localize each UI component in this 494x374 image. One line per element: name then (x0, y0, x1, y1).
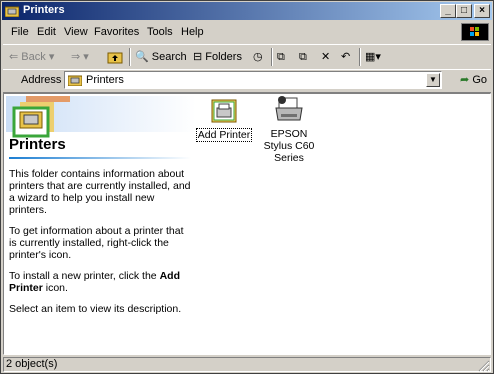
add-printer-icon (211, 99, 237, 123)
printer-folder-icon (5, 6, 19, 17)
dropdown-icon: ▾ (48, 51, 55, 63)
back-label: Back (21, 51, 46, 63)
add-printer-item[interactable]: Add Printer (194, 94, 254, 142)
address-dropdown-button[interactable]: ▼ (426, 73, 440, 87)
back-arrow-icon: ⇐ (9, 51, 19, 63)
search-label: Search (151, 51, 187, 63)
address-field[interactable]: Printers ▼ (64, 71, 442, 89)
description-paragraph: Select an item to view its description. (9, 303, 182, 315)
description-paragraph: This folder contains information about p… (9, 168, 191, 216)
folders-icon: ⊟ (193, 51, 203, 63)
go-button[interactable]: ➦ Go (460, 73, 487, 86)
minimize-button[interactable]: _ (440, 4, 456, 18)
folders-button[interactable]: ⊟ Folders (193, 49, 242, 65)
menu-file[interactable]: File (11, 26, 29, 38)
epson-printer-item[interactable]: EPSON Stylus C60 Series (254, 94, 324, 164)
search-icon: 🔍 (135, 51, 149, 63)
web-view-pane: Printers This folder contains informatio… (6, 96, 196, 352)
address-value: Printers (86, 74, 124, 86)
description-paragraph: To install a new printer, click the Add … (9, 270, 180, 294)
copy-to-button[interactable]: ⧉ (299, 49, 307, 65)
status-bar: 2 object(s) (3, 356, 491, 373)
history-button[interactable]: ◷ (253, 49, 263, 65)
dropdown-icon: ▾ (375, 51, 381, 63)
menu-help[interactable]: Help (181, 26, 204, 38)
copy-to-icon: ⧉ (299, 51, 307, 63)
maximize-button[interactable]: □ (456, 4, 472, 18)
move-to-button[interactable]: ⧉ (277, 49, 285, 65)
undo-icon: ↶ (341, 51, 351, 63)
title-bar[interactable]: Printers _ □ × (2, 2, 492, 20)
address-label: Address (21, 74, 62, 86)
printer-folder-icon (68, 75, 82, 86)
folder-description: This folder contains information about p… (9, 168, 194, 324)
history-icon: ◷ (253, 51, 263, 63)
menu-edit[interactable]: Edit (37, 26, 56, 38)
status-text: 2 object(s) (3, 357, 491, 372)
item-label: Add Printer (195, 128, 253, 142)
forward-button[interactable]: ⇒ ▾ (71, 49, 89, 65)
move-to-icon: ⧉ (277, 51, 285, 63)
resize-grip-icon[interactable] (478, 360, 490, 372)
printer-icon (275, 96, 303, 121)
folder-title: Printers (9, 136, 66, 153)
menu-bar: File Edit View Favorites Tools Help (3, 22, 491, 42)
item-label: EPSON Stylus C60 Series (263, 128, 315, 164)
close-button[interactable]: × (474, 4, 490, 18)
windows-logo-icon (461, 23, 489, 41)
views-button[interactable]: ▦▾ (365, 49, 381, 65)
go-arrow-icon: ➦ (460, 74, 470, 86)
go-label: Go (472, 74, 487, 86)
description-paragraph: To get information about a printer that … (9, 225, 184, 261)
address-bar: Address Printers ▼ ➦ Go (3, 69, 491, 93)
back-button[interactable]: ⇐ Back ▾ (9, 49, 54, 65)
folders-label: Folders (205, 51, 242, 63)
undo-button[interactable]: ↶ (341, 49, 350, 65)
up-folder-icon (107, 52, 123, 64)
title-divider (9, 157, 191, 159)
up-folder-button[interactable] (107, 49, 123, 65)
menu-tools[interactable]: Tools (147, 26, 173, 38)
folder-view[interactable]: Printers This folder contains informatio… (3, 93, 491, 355)
standard-toolbar: ⇐ Back ▾ ⇒ ▾ 🔍 Search ⊟ Folders ◷ ⧉ ⧉ ✕ … (3, 44, 491, 70)
menu-view[interactable]: View (64, 26, 88, 38)
window-title: Printers (23, 4, 65, 16)
views-icon: ▦ (365, 51, 376, 63)
search-button[interactable]: 🔍 Search (135, 49, 187, 65)
menu-favorites[interactable]: Favorites (94, 26, 139, 38)
delete-button[interactable]: ✕ (321, 49, 330, 65)
delete-icon: ✕ (321, 51, 331, 63)
explorer-window: Printers _ □ × File Edit View Favorites … (0, 0, 494, 374)
